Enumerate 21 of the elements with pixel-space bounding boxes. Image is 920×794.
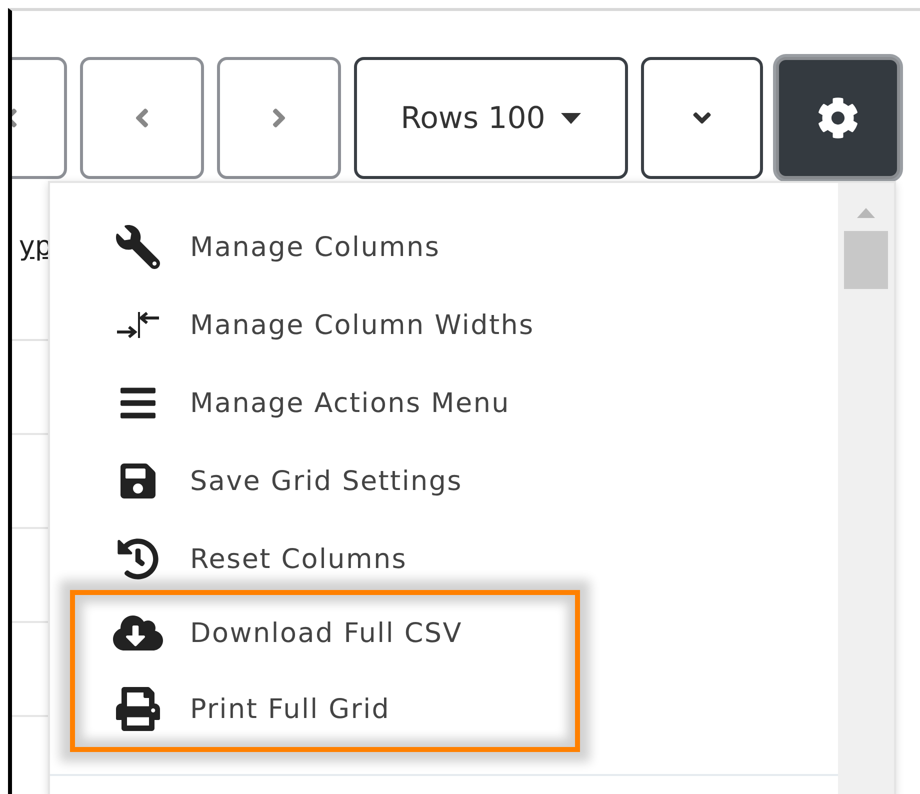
menu-item[interactable]: Download Full CSV [75,595,575,671]
caret-icon [561,112,582,124]
rows-dropdown[interactable]: Rows 100 [354,57,628,179]
printer-icon [116,687,160,731]
menu-item[interactable]: Print Full Grid [75,671,575,747]
expand-button[interactable] [641,57,763,179]
arrows-icon [115,310,161,340]
menu-item[interactable]: Save Grid Settings [50,442,838,520]
scroll-up-icon [856,207,876,219]
menu-item[interactable]: Manage Actions Menu [50,364,838,442]
wrench-icon [116,225,160,269]
history-icon [117,538,159,580]
scrollbar-thumb[interactable] [844,231,888,289]
scrollbar[interactable] [838,183,894,794]
menu-item[interactable]: Reset Columns [50,520,838,598]
previous-page-button[interactable] [80,57,204,179]
settings-icon [817,97,859,139]
next-page-button[interactable] [217,57,341,179]
settings-button[interactable] [776,57,900,179]
menu-item[interactable]: Manage Column Widths [50,286,838,364]
menu-item[interactable]: Manage Columns [50,208,838,286]
